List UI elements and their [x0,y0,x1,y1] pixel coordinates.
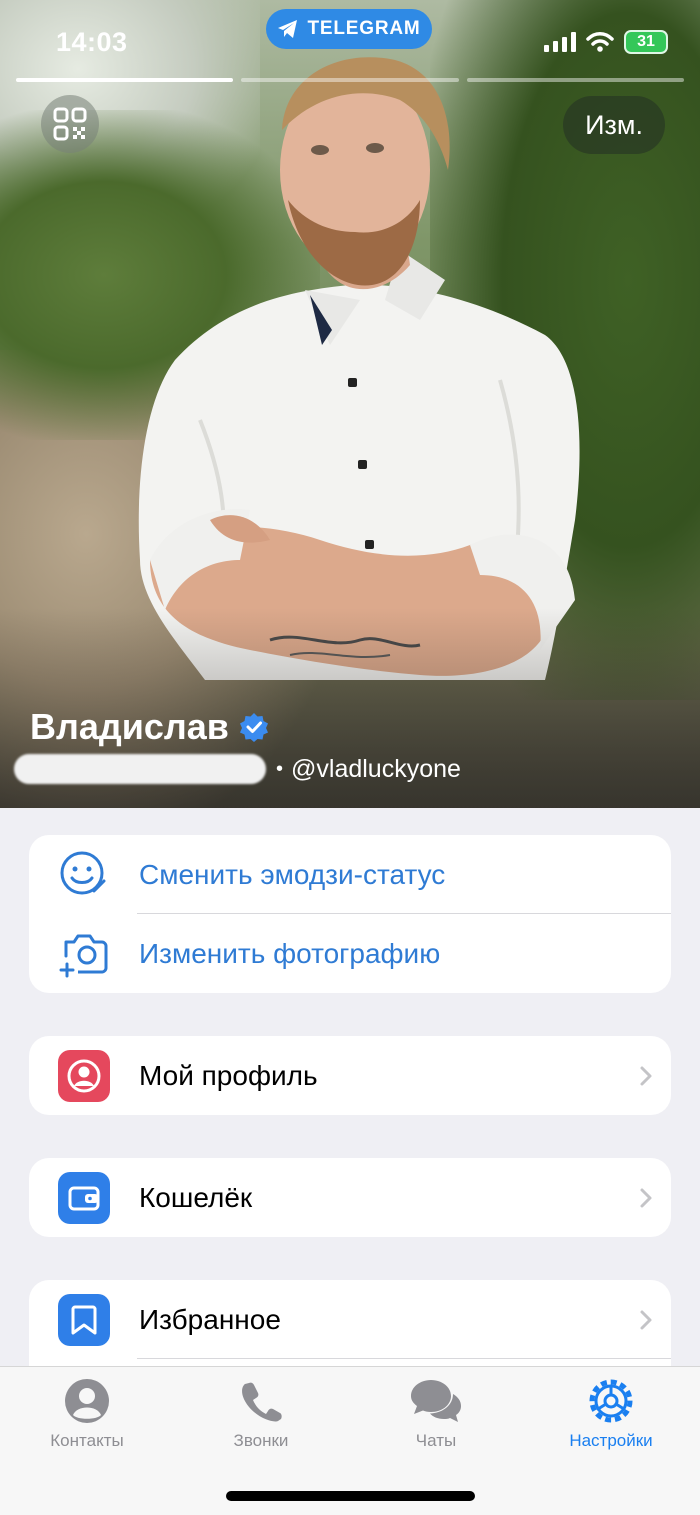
bookmark-icon [58,1293,110,1346]
verified-badge-icon[interactable] [239,712,269,742]
home-indicator[interactable] [226,1491,475,1501]
wallet-group: Кошелёк [29,1158,671,1237]
tab-chats[interactable]: Чаты [361,1375,511,1451]
phone-icon [239,1375,283,1427]
redacted-phone-number [14,754,266,784]
saved-group: Избранное [29,1280,671,1380]
wallet-label: Кошелёк [139,1181,253,1213]
tab-contacts[interactable]: Контакты [12,1375,162,1451]
change-photo-row[interactable]: Изменить фотографию [29,914,671,993]
battery-level: 31 [637,33,655,50]
qr-code-button[interactable] [41,95,99,153]
chevron-right-icon [621,1309,671,1331]
signal-icon [544,32,576,52]
telegram-plane-icon [278,20,298,38]
saved-messages-row[interactable]: Избранное [29,1280,671,1359]
edit-button[interactable]: Изм. [563,96,665,154]
profile-name-text: Владислав [30,706,229,747]
chevron-right-icon [621,1187,671,1209]
camera-add-icon [29,914,139,993]
wifi-icon [586,32,614,52]
saved-messages-label: Избранное [139,1303,281,1335]
person-icon [64,1375,110,1427]
status-icons: 31 [544,30,668,54]
chevron-right-icon [621,1065,671,1087]
change-emoji-status-row[interactable]: Сменить эмодзи-статус [29,835,671,914]
battery-indicator: 31 [624,30,668,54]
profile-username[interactable]: @vladluckyone [291,755,461,784]
my-profile-row[interactable]: Мой профиль [29,1036,671,1115]
telegram-badge-label: TELEGRAM [307,18,421,39]
row-divider [137,1358,671,1359]
tab-calls[interactable]: Звонки [186,1375,336,1451]
tab-contacts-label: Контакты [50,1431,124,1450]
photo-progress-idle [241,78,459,82]
profile-actions-group: Сменить эмодзи-статус Изменить фотографи… [29,835,671,993]
tab-chats-label: Чаты [415,1431,457,1450]
profile-meta: • @vladluckyone [14,754,461,784]
tab-bar: Контакты Звонки Чаты Настройки [0,1366,700,1515]
change-emoji-status-label: Сменить эмодзи-статус [139,858,446,890]
photo-progress-idle [466,78,684,82]
photo-progress-active [16,78,234,82]
tab-calls-label: Звонки [233,1431,289,1450]
my-profile-group: Мой профиль [29,1036,671,1115]
my-profile-label: Мой профиль [139,1059,318,1091]
gear-icon [586,1375,636,1427]
emoji-status-icon [29,835,139,914]
qr-code-icon [53,107,87,141]
tab-settings[interactable]: Настройки [536,1375,686,1451]
wallet-icon [58,1171,110,1224]
my-profile-icon [58,1049,110,1102]
profile-name: Владислав [30,706,269,748]
tab-settings-label: Настройки [569,1431,653,1450]
telegram-app-badge[interactable]: TELEGRAM [266,9,432,49]
change-photo-label: Изменить фотографию [139,937,441,969]
status-time: 14:03 [56,27,128,57]
meta-separator: • [276,757,284,780]
wallet-row[interactable]: Кошелёк [29,1158,671,1237]
chat-bubbles-icon [409,1375,463,1427]
photo-progress-bars [16,78,684,82]
